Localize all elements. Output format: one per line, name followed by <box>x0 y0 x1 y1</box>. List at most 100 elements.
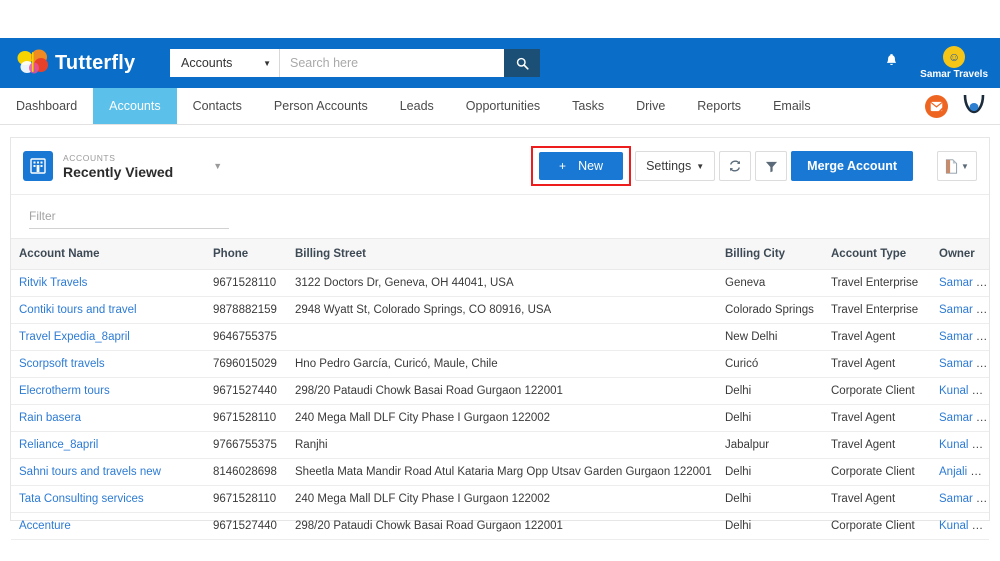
account-name-link[interactable]: Sahni tours and travels new <box>19 466 161 478</box>
cell-phone: 9671528110 <box>213 404 295 432</box>
owner-link[interactable]: Samar Travels <box>939 304 989 316</box>
app-page: Tutterfly Accounts ▼ Search here ☺ Samar… <box>0 0 1000 561</box>
owner-link[interactable]: Samar Travels <box>939 331 989 343</box>
account-name-link[interactable]: Ritvik Travels <box>19 277 87 289</box>
cell-billing-street: Sheetla Mata Mandir Road Atul Kataria Ma… <box>295 458 725 486</box>
nav-item-leads[interactable]: Leads <box>384 88 450 124</box>
filter-row <box>11 195 989 238</box>
cell-account-type: Travel Enterprise <box>831 269 939 297</box>
refresh-button[interactable] <box>719 151 752 181</box>
nav-item-accounts[interactable]: Accounts <box>93 88 177 124</box>
cell-billing-street: 2948 Wyatt St, Colorado Springs, CO 8091… <box>295 296 725 324</box>
user-name: Samar Travels <box>920 69 988 80</box>
column-header-billing-city[interactable]: Billing City <box>725 239 831 270</box>
global-search: Accounts ▼ <box>170 49 540 77</box>
cell-account-type: Travel Agent <box>831 350 939 378</box>
merge-account-button[interactable]: Merge Account <box>791 151 913 181</box>
cell-account-type: Travel Agent <box>831 404 939 432</box>
nav-item-person-accounts[interactable]: Person Accounts <box>258 88 384 124</box>
account-name-link[interactable]: Tata Consulting services <box>19 493 144 505</box>
cell-phone: 9766755375 <box>213 431 295 459</box>
top-header: Tutterfly Accounts ▼ Search here ☺ Samar… <box>0 38 1000 88</box>
mail-compose-icon[interactable] <box>925 94 948 118</box>
nav-right-icons <box>925 88 1000 124</box>
table-header: Account Name Phone Billing Street Billin… <box>11 238 989 270</box>
nav-item-reports[interactable]: Reports <box>681 88 757 124</box>
owner-link[interactable]: Samar Travels <box>939 358 989 370</box>
account-name-link[interactable]: Rain basera <box>19 412 81 424</box>
column-header-billing-street[interactable]: Billing Street <box>295 239 725 270</box>
search-button[interactable] <box>504 49 540 77</box>
settings-button[interactable]: Settings ▼ <box>635 151 716 181</box>
table-row[interactable]: Rain basera 9671528110 240 Mega Mall DLF… <box>11 404 989 432</box>
table-row[interactable]: Accenture 9671527440 298/20 Pataudi Chow… <box>11 512 989 540</box>
account-name-link[interactable]: Scorpsoft travels <box>19 358 105 370</box>
funnel-icon <box>765 161 777 172</box>
cell-billing-city: Curicó <box>725 350 831 378</box>
table-row[interactable]: Contiki tours and travel 9878882159 2948… <box>11 296 989 324</box>
owner-link[interactable]: Samar Travels <box>939 493 989 505</box>
user-menu[interactable]: ☺ Samar Travels <box>920 46 988 80</box>
account-name-link[interactable]: Contiki tours and travel <box>19 304 137 316</box>
cell-billing-street: 240 Mega Mall DLF City Phase I Gurgaon 1… <box>295 485 725 513</box>
column-header-account-name[interactable]: Account Name <box>11 239 213 270</box>
cell-billing-city: Delhi <box>725 458 831 486</box>
nav-item-contacts[interactable]: Contacts <box>177 88 258 124</box>
chat-icon[interactable] <box>962 94 986 119</box>
cell-account-type: Travel Agent <box>831 431 939 459</box>
brand-logo[interactable]: Tutterfly <box>0 48 160 78</box>
column-header-phone[interactable]: Phone <box>213 239 295 270</box>
owner-link[interactable]: Kunal Kapoor <box>939 520 989 532</box>
main-navigation: Dashboard Accounts Contacts Person Accou… <box>0 88 1000 125</box>
cell-phone: 9671528110 <box>213 269 295 297</box>
table-row[interactable]: Sahni tours and travels new 8146028698 S… <box>11 458 989 486</box>
export-button[interactable]: ▼ <box>937 151 977 181</box>
list-view-chevron-down-icon[interactable]: ▼ <box>213 161 222 171</box>
new-button[interactable]: + New <box>539 152 624 180</box>
bell-icon[interactable] <box>885 54 898 72</box>
nav-item-tasks[interactable]: Tasks <box>556 88 620 124</box>
chevron-down-icon: ▼ <box>696 161 705 171</box>
cell-billing-city: Delhi <box>725 485 831 513</box>
cell-phone: 9646755375 <box>213 323 295 351</box>
owner-link[interactable]: Samar Travels <box>939 412 989 424</box>
owner-link[interactable]: Anjali Gupta <box>939 466 989 478</box>
accounts-table: Account Name Phone Billing Street Billin… <box>11 238 989 540</box>
cell-billing-city: Colorado Springs <box>725 296 831 324</box>
cell-billing-street: Ranjhi <box>295 431 725 459</box>
nav-item-emails[interactable]: Emails <box>757 88 827 124</box>
header-right-actions: ☺ Samar Travels <box>885 38 1000 88</box>
cell-billing-city: Geneva <box>725 269 831 297</box>
table-row[interactable]: Travel Expedia_8april 9646755375 New Del… <box>11 323 989 351</box>
table-row[interactable]: Tata Consulting services 9671528110 240 … <box>11 485 989 513</box>
search-input[interactable] <box>280 49 504 77</box>
owner-link[interactable]: Samar Travels <box>939 277 989 289</box>
chevron-down-icon: ▼ <box>961 161 969 171</box>
account-name-link[interactable]: Travel Expedia_8april <box>19 331 130 343</box>
settings-button-label: Settings <box>646 159 692 173</box>
table-row[interactable]: Ritvik Travels 9671528110 3122 Doctors D… <box>11 269 989 297</box>
table-row[interactable]: Elecrotherm tours 9671527440 298/20 Pata… <box>11 377 989 405</box>
filter-button[interactable] <box>755 151 788 181</box>
plus-icon: + <box>559 159 567 173</box>
table-row[interactable]: Scorpsoft travels 7696015029 Hno Pedro G… <box>11 350 989 378</box>
search-scope-select[interactable]: Accounts ▼ <box>170 49 280 77</box>
cell-billing-street: 240 Mega Mall DLF City Phase I Gurgaon 1… <box>295 404 725 432</box>
owner-link[interactable]: Kunal Kapoor <box>939 385 989 397</box>
cell-account-type: Corporate Client <box>831 377 939 405</box>
nav-item-drive[interactable]: Drive <box>620 88 681 124</box>
toolbar-actions: + New Settings ▼ Merge Account ▼ <box>531 146 977 186</box>
account-name-link[interactable]: Elecrotherm tours <box>19 385 110 397</box>
cell-billing-street: Hno Pedro García, Curicó, Maule, Chile <box>295 350 725 378</box>
nav-item-opportunities[interactable]: Opportunities <box>450 88 556 124</box>
nav-item-dashboard[interactable]: Dashboard <box>0 88 93 124</box>
owner-link[interactable]: Kunal Kapoor <box>939 439 989 451</box>
table-row[interactable]: Reliance_8april 9766755375 Ranjhi Jabalp… <box>11 431 989 459</box>
column-header-account-type[interactable]: Account Type <box>831 239 939 270</box>
cell-account-type: Corporate Client <box>831 458 939 486</box>
account-name-link[interactable]: Accenture <box>19 520 71 532</box>
account-name-link[interactable]: Reliance_8april <box>19 439 98 451</box>
filter-input[interactable] <box>29 204 229 229</box>
column-header-owner[interactable]: Owner <box>939 239 989 270</box>
butterfly-logo-icon <box>16 48 50 78</box>
